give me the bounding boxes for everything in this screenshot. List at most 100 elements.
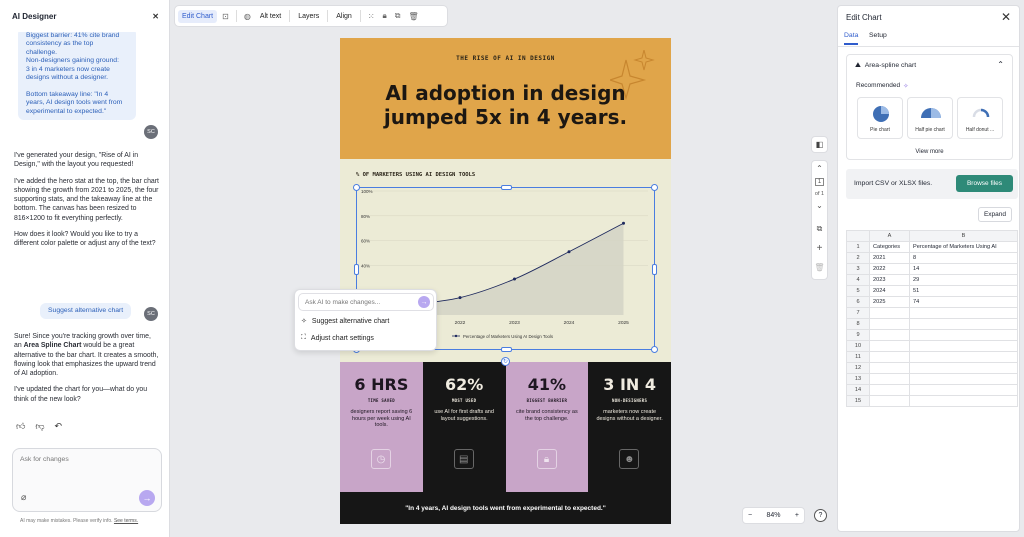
message-line: 3 in 4 marketers now create (26, 65, 110, 73)
grid-cell[interactable]: 51 (909, 285, 1018, 297)
lock-icon[interactable]: 🔒︎ (380, 9, 390, 23)
add-page-icon[interactable]: + (812, 243, 827, 254)
grid-cell[interactable] (869, 351, 910, 363)
grid-cell[interactable] (909, 362, 1018, 374)
thumbs-down-icon[interactable]: 👎︎ (35, 421, 44, 432)
grid-cell[interactable] (869, 329, 910, 341)
grid-cell[interactable]: Percentage of Marketers Using AI (909, 241, 1018, 253)
duplicate-icon[interactable]: ⧉ (392, 9, 404, 23)
zoom-out-button[interactable]: − (748, 512, 752, 519)
resize-handle[interactable] (652, 264, 657, 275)
data-grid[interactable]: A B 1 Categories Percentage of Marketers U… (846, 230, 1018, 407)
terms-link[interactable]: See terms. (114, 518, 138, 524)
chart-option-half-pie[interactable]: Half pie chart (907, 97, 953, 139)
column-header[interactable]: A (869, 230, 910, 242)
table-row: 6 2025 74 (846, 296, 1018, 308)
grid-cell[interactable] (869, 307, 910, 319)
poster-title-line: jumped 5x in 4 years. (383, 105, 628, 129)
attach-icon[interactable]: ⌀ (21, 492, 26, 503)
grid-cell[interactable]: 74 (909, 296, 1018, 308)
message-line: years, AI design tools went from (26, 99, 123, 107)
panel-toggle-icon[interactable]: ◧ (811, 136, 828, 153)
grid-cell[interactable] (909, 373, 1018, 385)
message-line: consistency as the top (26, 40, 94, 48)
grid-cell[interactable] (909, 384, 1018, 396)
grid-cell[interactable] (869, 395, 910, 407)
chart-type-icon[interactable]: ⊡ (219, 10, 232, 23)
close-icon[interactable]: ✕ (152, 12, 159, 21)
resize-handle[interactable] (651, 184, 658, 191)
chat-thread[interactable]: Biggest barrier: 41% cite brand consisten… (0, 32, 170, 444)
resize-handle[interactable] (651, 346, 658, 353)
layers-button[interactable]: Layers (294, 10, 323, 23)
grid-cell[interactable] (869, 384, 910, 396)
chart-type-header[interactable]: ⛰ Area-spline chart (855, 62, 916, 70)
grid-cell[interactable] (909, 351, 1018, 363)
grid-cell[interactable] (869, 340, 910, 352)
send-button[interactable]: → (418, 296, 430, 308)
chart-option-half-donut[interactable]: Half donut ... (957, 97, 1003, 139)
column-header[interactable]: B (909, 230, 1018, 242)
ai-message: Sure! Since you're tracking growth over … (14, 332, 160, 411)
resize-handle[interactable] (501, 185, 512, 190)
grid-cell[interactable]: 8 (909, 252, 1018, 264)
grid-cell[interactable] (909, 329, 1018, 341)
hero-section: THE RISE OF AI IN DESIGN AI adoption in … (340, 38, 671, 159)
palette-icon[interactable]: ◍ (241, 10, 254, 23)
grid-cell[interactable]: 2023 (869, 274, 910, 286)
transparency-icon[interactable]: ⁙ (365, 10, 378, 23)
view-more-link[interactable]: View more (847, 149, 1012, 155)
tab-setup[interactable]: Setup (869, 32, 887, 43)
rotate-icon[interactable]: ↻ (501, 357, 510, 366)
zoom-level[interactable]: 84% (766, 512, 780, 519)
undo-icon[interactable]: ↶ (55, 421, 63, 432)
alt-text-button[interactable]: Alt text (256, 10, 285, 23)
duplicate-page-icon[interactable]: ⧉ (812, 224, 827, 234)
align-button[interactable]: Align (332, 10, 356, 23)
chevron-up-icon[interactable]: ⌃ (997, 60, 1004, 69)
grid-cell[interactable] (909, 395, 1018, 407)
grid-cell[interactable]: 2025 (869, 296, 910, 308)
chat-input[interactable]: Ask for changes ⌀ → (12, 448, 162, 512)
thumbs-up-icon[interactable]: 👍︎ (16, 421, 25, 432)
grid-cell[interactable]: Categories (869, 241, 910, 253)
grid-cell[interactable]: 29 (909, 274, 1018, 286)
zoom-in-button[interactable]: + (795, 512, 799, 519)
grid-cell[interactable]: 2021 (869, 252, 910, 264)
grid-cell[interactable] (869, 318, 910, 330)
grid-cell[interactable]: 2022 (869, 263, 910, 275)
element-toolbar: Edit Chart ⊡ ◍ Alt text Layers Align ⁙ 🔒… (174, 5, 448, 27)
edit-chart-button[interactable]: Edit Chart (178, 9, 218, 23)
grid-cell[interactable]: 2024 (869, 285, 910, 297)
resize-handle[interactable] (354, 264, 359, 275)
grid-cell[interactable] (869, 373, 910, 385)
send-button[interactable]: → (139, 490, 155, 506)
stats-row: 6 HRS TIME SAVED designers report saving 6… (340, 362, 671, 492)
grid-cell[interactable] (909, 318, 1018, 330)
page-number-box[interactable]: 1 (812, 178, 827, 186)
close-icon[interactable]: ✕ (1001, 10, 1011, 24)
expand-button[interactable]: Expand (978, 207, 1012, 222)
resize-handle[interactable] (501, 347, 512, 352)
ask-ai-input[interactable]: Ask AI to make changes... → (298, 293, 434, 311)
resize-handle[interactable] (353, 184, 360, 191)
adjust-chart-item[interactable]: ⛶ Adjust chart settings (301, 334, 374, 342)
suggest-chart-item[interactable]: ✧ Suggest alternative chart (301, 317, 389, 326)
grid-cell[interactable] (869, 362, 910, 374)
stat-card: 3 IN 4 NON-DESIGNERS marketers now create … (588, 362, 671, 492)
ai-popup: Ask AI to make changes... → ✧ Suggest al… (294, 289, 437, 351)
chart-option-pie[interactable]: Pie chart (857, 97, 903, 139)
message-line: designs without a designer. (26, 74, 108, 82)
grid-cell[interactable] (909, 307, 1018, 319)
half-pie-icon (921, 108, 941, 118)
grid-cell[interactable] (909, 340, 1018, 352)
tab-data[interactable]: Data (844, 32, 859, 45)
help-icon[interactable]: ? (814, 509, 827, 522)
stat-label: NON-DESIGNERS (612, 398, 648, 403)
trash-icon[interactable]: 🗑︎ (406, 10, 422, 23)
chevron-down-icon[interactable]: ⌄ (812, 201, 827, 210)
browse-files-button[interactable]: Browse files (956, 175, 1013, 192)
grid-cell[interactable]: 14 (909, 263, 1018, 275)
delete-page-icon[interactable]: 🗑︎ (812, 263, 827, 272)
chevron-up-icon[interactable]: ⌃ (812, 164, 827, 173)
